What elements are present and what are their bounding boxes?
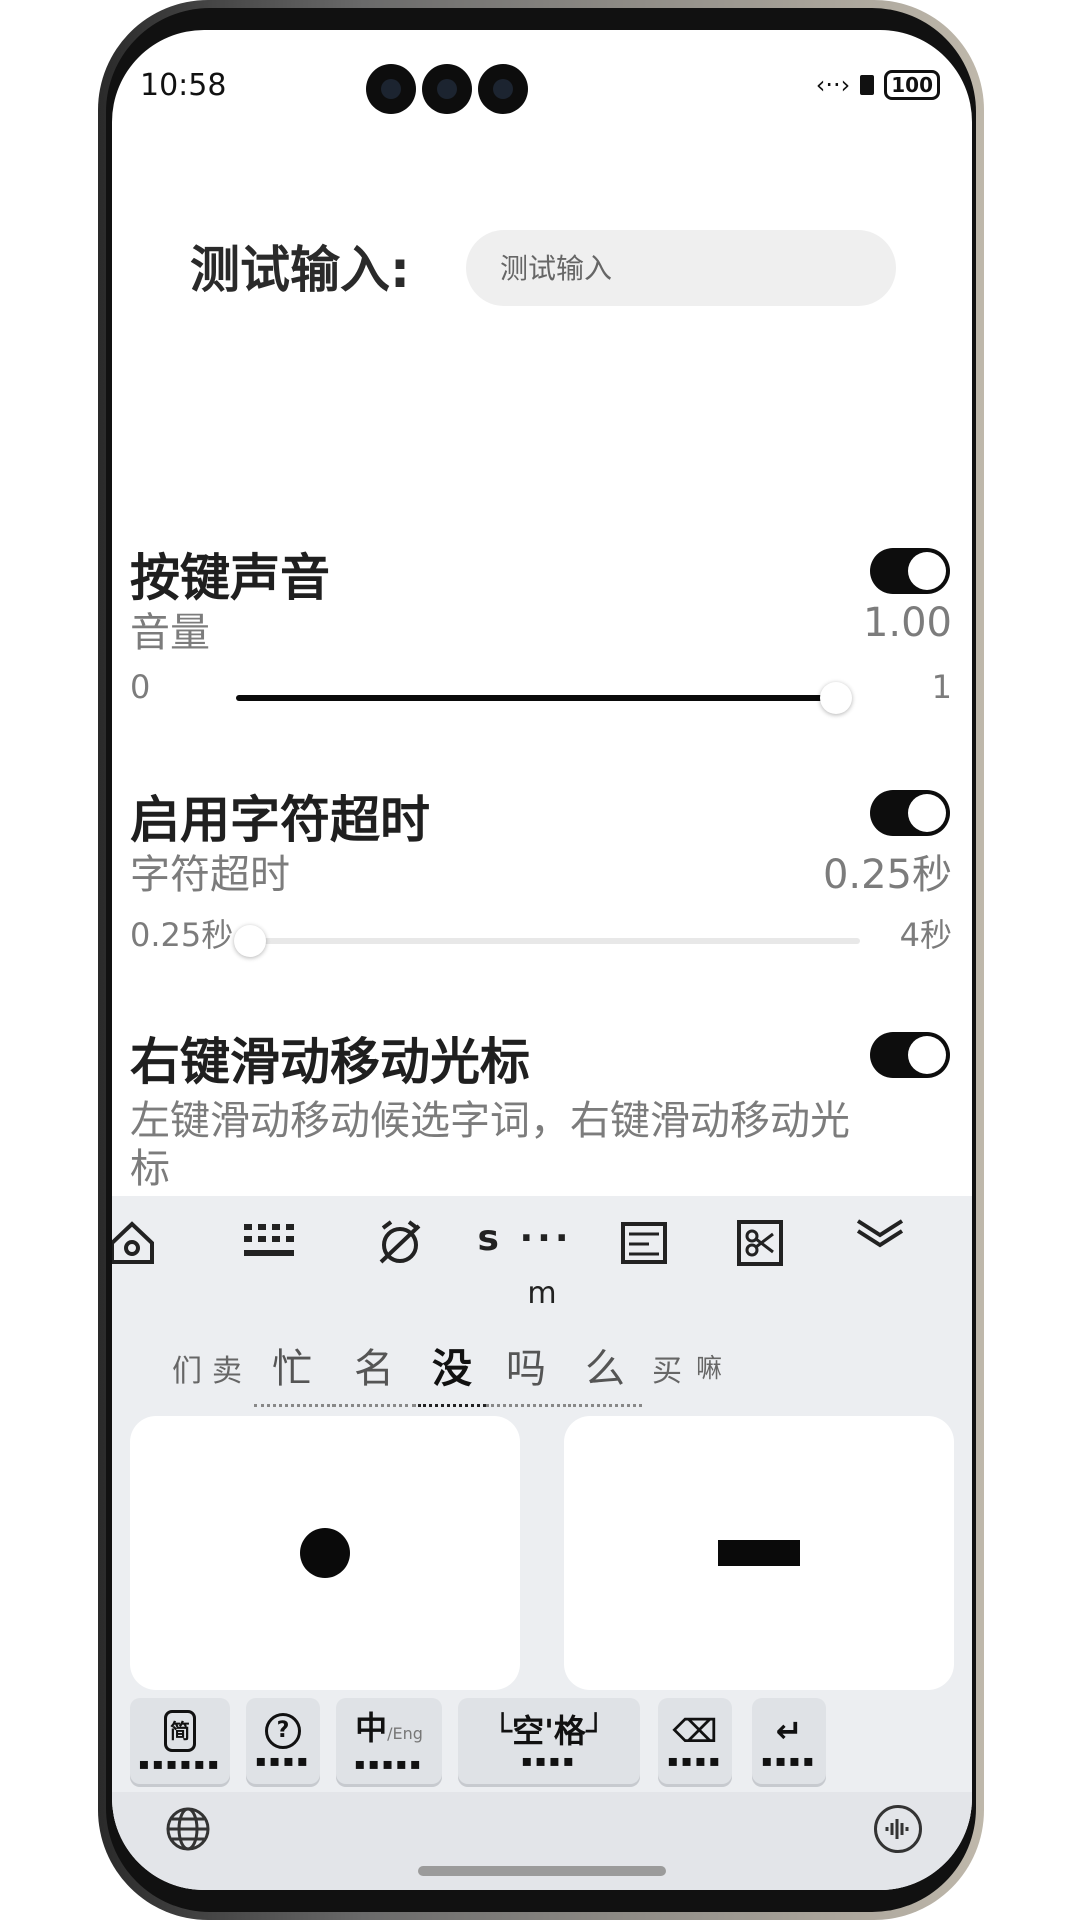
help-icon: ?: [265, 1712, 301, 1749]
volume-label: 音量: [130, 610, 210, 656]
collapse-keyboard-icon[interactable]: [850, 1212, 910, 1261]
dash-icon: [718, 1540, 800, 1566]
help-key[interactable]: ? ▪▪▪▪: [246, 1698, 320, 1784]
symbol-key[interactable]: 简 ▪▪▪▪▪▪: [130, 1698, 230, 1784]
morse-hint: ▪▪▪▪▪: [354, 1753, 424, 1773]
language-switch-key[interactable]: 中/Eng ▪▪▪▪▪: [336, 1698, 442, 1784]
volume-min-label: 0: [130, 668, 151, 706]
volume-value: 1.00: [862, 600, 952, 646]
camera-icon: [478, 64, 528, 114]
test-input[interactable]: [466, 230, 896, 306]
voice-icon[interactable]: [874, 1805, 922, 1853]
candidate[interactable]: 买: [644, 1346, 690, 1400]
sim-icon: [860, 75, 875, 95]
candidate[interactable]: 嘛: [688, 1348, 730, 1395]
enter-key[interactable]: ↵ ▪▪▪▪: [752, 1698, 826, 1784]
timeout-label: 字符超时: [130, 852, 290, 898]
phone-screen: 10:58 ‹··› 100 测试输入: 按键声音 音量 1.00 0 1 启用…: [112, 30, 972, 1890]
home-gear-icon[interactable]: [112, 1218, 162, 1278]
candidate[interactable]: 忙: [254, 1336, 330, 1407]
timeout-min-label: 0.25秒: [130, 916, 234, 954]
status-indicators: ‹··› 100: [816, 70, 940, 100]
timeout-slider-thumb[interactable]: [234, 925, 266, 957]
camera-icon: [422, 64, 472, 114]
keysound-toggle[interactable]: [870, 548, 950, 594]
lang-sub-label: /Eng: [387, 1723, 423, 1743]
swipe-desc-line1: 左键滑动移动候选字词，右键滑动移动光: [130, 1098, 850, 1144]
volume-max-label: 1: [931, 668, 952, 706]
dot-key[interactable]: [130, 1416, 520, 1690]
home-indicator[interactable]: [418, 1866, 666, 1876]
morse-hint: ▪▪▪▪: [761, 1750, 817, 1770]
candidate[interactable]: 卖: [204, 1346, 250, 1400]
candidate-selected[interactable]: 没: [418, 1336, 486, 1407]
dash-key[interactable]: [564, 1416, 954, 1690]
network-icon: ‹··›: [815, 71, 851, 99]
status-time: 10:58: [140, 68, 227, 103]
pinyin-composition: m: [527, 1276, 557, 1311]
swipe-desc-line2: 标: [130, 1146, 170, 1192]
morse-hint: ▪▪▪▪: [667, 1750, 723, 1770]
backspace-icon: ⌫: [672, 1711, 718, 1750]
timeout-toggle[interactable]: [870, 790, 950, 836]
space-label: └空'格┘: [492, 1711, 606, 1750]
symbol-icon: 简: [164, 1709, 196, 1752]
dot-icon: [300, 1528, 350, 1578]
volume-slider-thumb[interactable]: [820, 682, 852, 714]
timeout-slider[interactable]: [250, 938, 860, 944]
lang-main-label: 中: [355, 1708, 388, 1747]
backspace-key[interactable]: ⌫ ▪▪▪▪: [658, 1698, 732, 1784]
test-input-label: 测试输入:: [190, 241, 410, 299]
timeout-max-label: 4秒: [899, 916, 952, 954]
globe-icon[interactable]: [164, 1805, 212, 1864]
candidate[interactable]: 名: [332, 1336, 416, 1407]
morse-hint: ▪▪▪▪▪▪: [138, 1753, 222, 1773]
candidate[interactable]: 么: [568, 1336, 642, 1407]
toolbar-text[interactable]: s ···: [470, 1218, 580, 1259]
text-editor-icon[interactable]: [614, 1218, 674, 1278]
volume-slider[interactable]: [236, 695, 836, 701]
swipe-toggle[interactable]: [870, 1032, 950, 1078]
alarm-off-icon[interactable]: [370, 1218, 430, 1278]
candidate[interactable]: 吗: [486, 1336, 566, 1407]
enter-icon: ↵: [775, 1711, 803, 1750]
scissors-icon[interactable]: [730, 1218, 790, 1278]
timeout-value: 0.25秒: [822, 852, 952, 898]
morse-hint: ▪▪▪▪: [255, 1750, 311, 1770]
morse-hint: ▪▪▪▪: [521, 1750, 577, 1770]
keyboard-grid-icon[interactable]: [240, 1218, 300, 1272]
volume-slider-fill: [236, 695, 836, 701]
space-key[interactable]: └空'格┘ ▪▪▪▪: [458, 1698, 640, 1784]
camera-icon: [366, 64, 416, 114]
swipe-title: 右键滑动移动光标: [130, 1033, 530, 1091]
battery-icon: 100: [884, 70, 940, 100]
